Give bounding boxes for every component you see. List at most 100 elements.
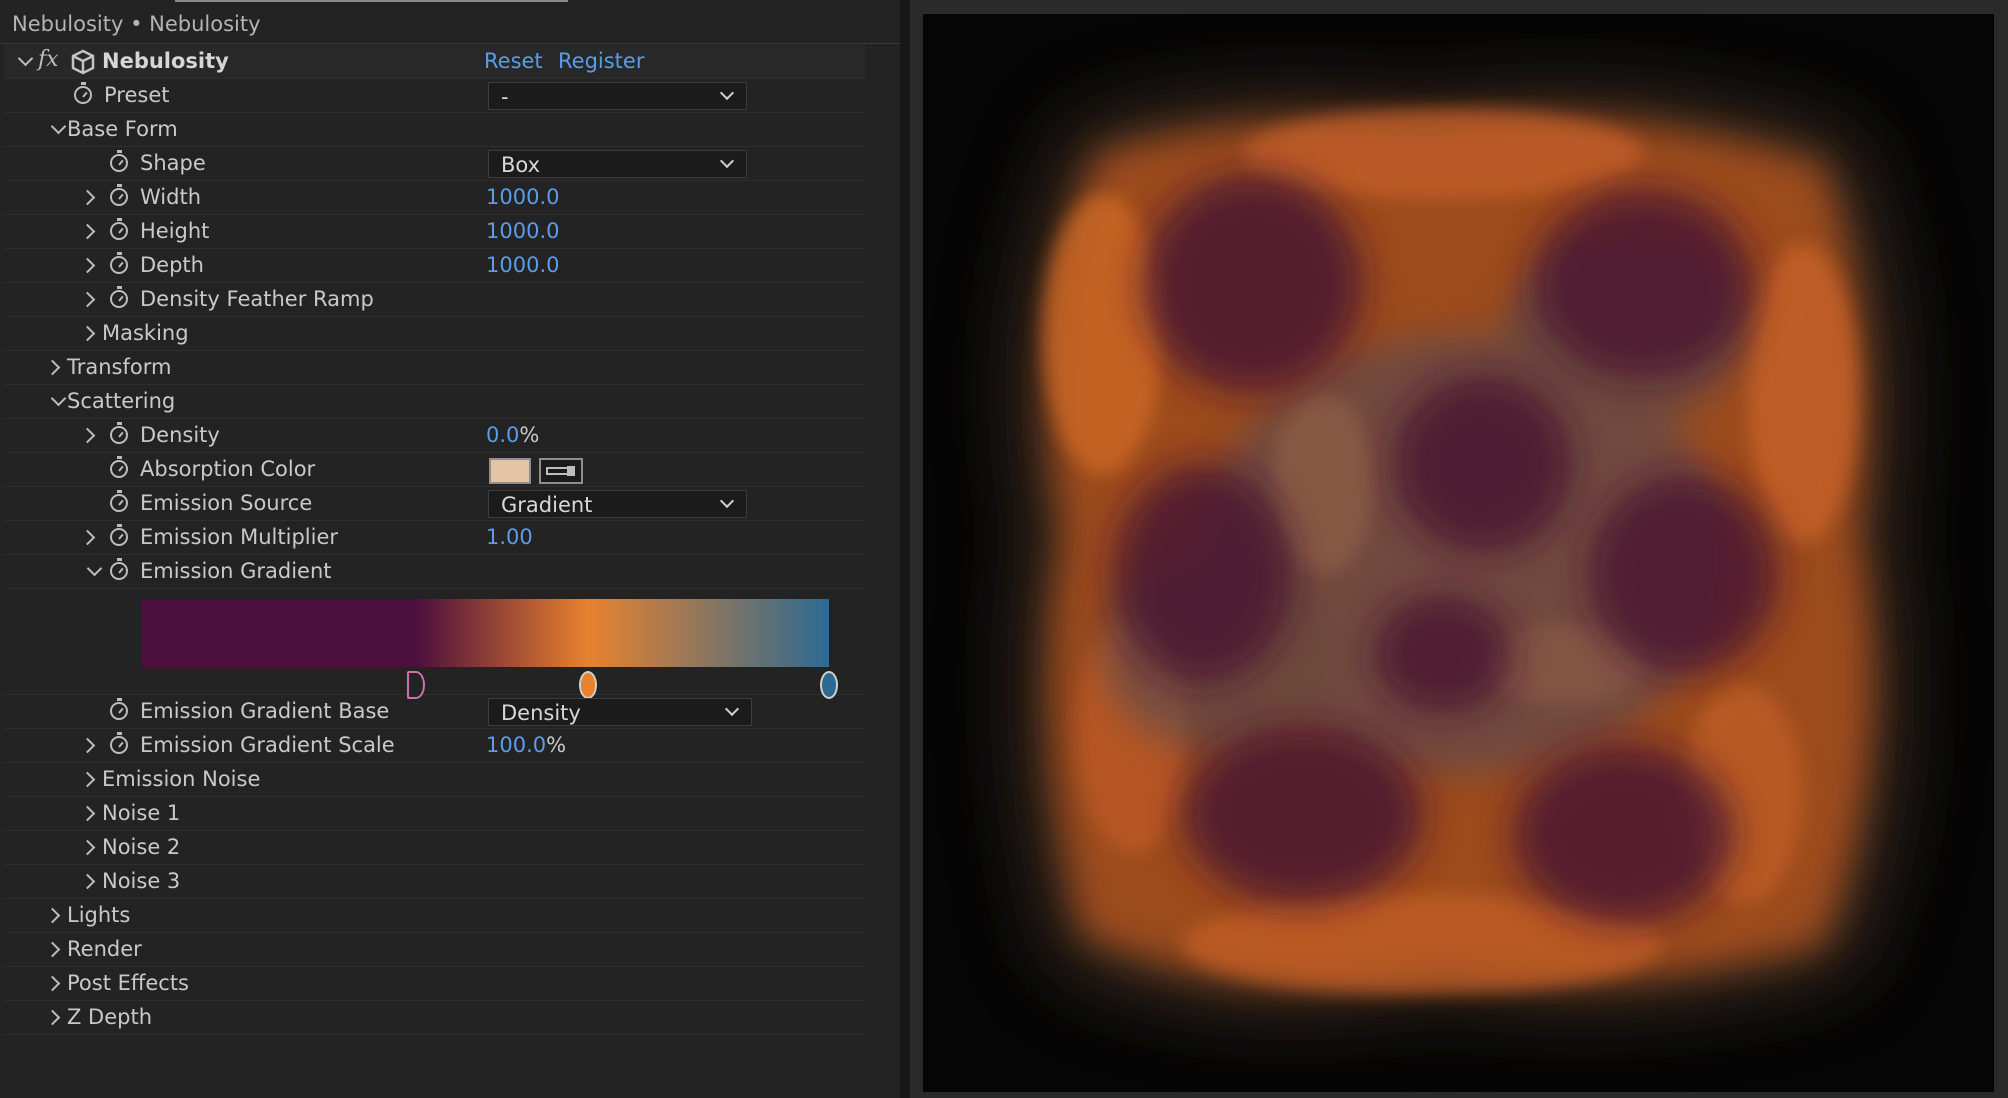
property-row-emission-gradient-scale: Emission Gradient Scale 100.0% bbox=[4, 729, 865, 763]
dropdown-value: Density bbox=[501, 701, 581, 725]
height-value[interactable]: 1000.0 bbox=[486, 219, 559, 243]
chevron-right-icon[interactable] bbox=[79, 257, 96, 274]
chevron-right-icon[interactable] bbox=[79, 189, 96, 206]
stopwatch-icon[interactable] bbox=[74, 82, 92, 104]
stopwatch-icon[interactable] bbox=[110, 558, 128, 580]
effect-controls-panel: Nebulosity • Nebulosity fx Nebulosity Re… bbox=[0, 0, 900, 1098]
color-swatch[interactable] bbox=[489, 458, 531, 484]
property-row-emission-gradient-base: Emission Gradient Base Density bbox=[4, 695, 865, 729]
stopwatch-icon[interactable] bbox=[110, 218, 128, 240]
property-row-shape: Shape Box bbox=[4, 147, 865, 181]
group-row-noise-1[interactable]: Noise 1 bbox=[4, 797, 865, 831]
property-label: Emission Source bbox=[140, 491, 313, 515]
chevron-down-icon[interactable] bbox=[50, 118, 67, 135]
depth-value[interactable]: 1000.0 bbox=[486, 253, 559, 277]
panel-divider[interactable] bbox=[900, 0, 910, 1098]
property-label: Emission Gradient Scale bbox=[140, 733, 395, 757]
group-row-noise-3[interactable]: Noise 3 bbox=[4, 865, 865, 899]
dropdown-value: - bbox=[501, 85, 509, 109]
chevron-right-icon[interactable] bbox=[79, 805, 96, 822]
fx-icon: fx bbox=[38, 47, 59, 72]
group-label: Noise 3 bbox=[102, 869, 181, 893]
group-row-lights[interactable]: Lights bbox=[4, 899, 865, 933]
property-label: Height bbox=[140, 219, 210, 243]
group-label: Post Effects bbox=[67, 971, 189, 995]
chevron-right-icon[interactable] bbox=[44, 941, 61, 958]
chevron-right-icon[interactable] bbox=[79, 839, 96, 856]
group-label: Noise 1 bbox=[102, 801, 181, 825]
eyedropper-icon bbox=[546, 466, 575, 476]
chevron-down-icon[interactable] bbox=[17, 50, 34, 67]
nebula-preview-image[interactable] bbox=[923, 14, 1994, 1092]
density-value[interactable]: 0.0% bbox=[486, 423, 539, 447]
emission-source-dropdown[interactable]: Gradient bbox=[488, 490, 747, 518]
property-row-density-feather-ramp: Density Feather Ramp bbox=[4, 283, 865, 317]
stopwatch-icon[interactable] bbox=[110, 286, 128, 308]
register-link[interactable]: Register bbox=[558, 49, 644, 73]
group-label: Z Depth bbox=[67, 1005, 153, 1029]
preset-dropdown[interactable]: - bbox=[488, 82, 747, 110]
eyedropper-button[interactable] bbox=[539, 458, 583, 484]
group-row-post-effects[interactable]: Post Effects bbox=[4, 967, 865, 1001]
property-row-emission-source: Emission Source Gradient bbox=[4, 487, 865, 521]
chevron-right-icon[interactable] bbox=[79, 529, 96, 546]
panel-title: Nebulosity • Nebulosity bbox=[12, 12, 261, 36]
property-row-absorption-color: Absorption Color bbox=[4, 453, 865, 487]
density-number[interactable]: 0.0 bbox=[486, 423, 519, 447]
effect-header-row[interactable]: fx Nebulosity Reset Register bbox=[4, 45, 865, 79]
density-unit: % bbox=[519, 423, 540, 447]
chevron-right-icon[interactable] bbox=[79, 325, 96, 342]
property-row-preset: Preset - bbox=[4, 79, 865, 113]
group-row-masking[interactable]: Masking bbox=[4, 317, 865, 351]
group-row-emission-noise[interactable]: Emission Noise bbox=[4, 763, 865, 797]
chevron-right-icon[interactable] bbox=[44, 1009, 61, 1026]
chevron-right-icon[interactable] bbox=[79, 737, 96, 754]
chevron-right-icon[interactable] bbox=[79, 873, 96, 890]
width-value[interactable]: 1000.0 bbox=[486, 185, 559, 209]
chevron-right-icon[interactable] bbox=[79, 427, 96, 444]
stopwatch-icon[interactable] bbox=[110, 422, 128, 444]
stopwatch-icon[interactable] bbox=[110, 698, 128, 720]
cube-icon bbox=[71, 49, 95, 75]
chevron-down-icon[interactable] bbox=[86, 560, 103, 577]
property-label: Emission Multiplier bbox=[140, 525, 338, 549]
property-row-depth: Depth 1000.0 bbox=[4, 249, 865, 283]
stopwatch-icon[interactable] bbox=[110, 150, 128, 172]
emission-gradient-base-dropdown[interactable]: Density bbox=[488, 698, 752, 726]
chevron-right-icon[interactable] bbox=[79, 223, 96, 240]
group-label: Transform bbox=[67, 355, 172, 379]
chevron-right-icon[interactable] bbox=[44, 359, 61, 376]
group-label: Scattering bbox=[67, 389, 176, 413]
emission-multiplier-value[interactable]: 1.00 bbox=[486, 525, 533, 549]
chevron-right-icon[interactable] bbox=[44, 975, 61, 992]
emission-gradient-scale-value[interactable]: 100.0% bbox=[486, 733, 566, 757]
stopwatch-icon[interactable] bbox=[110, 184, 128, 206]
chevron-right-icon[interactable] bbox=[44, 907, 61, 924]
stopwatch-icon[interactable] bbox=[110, 456, 128, 478]
shape-dropdown[interactable]: Box bbox=[488, 150, 747, 178]
property-label: Emission Gradient Base bbox=[140, 699, 390, 723]
gradient-bar[interactable] bbox=[141, 599, 829, 667]
property-label: Density bbox=[140, 423, 220, 447]
group-row-transform[interactable]: Transform bbox=[4, 351, 865, 385]
chevron-right-icon[interactable] bbox=[79, 771, 96, 788]
scale-number[interactable]: 100.0 bbox=[486, 733, 546, 757]
group-row-base-form[interactable]: Base Form bbox=[4, 113, 865, 147]
group-row-z-depth[interactable]: Z Depth bbox=[4, 1001, 865, 1035]
reset-link[interactable]: Reset bbox=[484, 49, 543, 73]
group-row-render[interactable]: Render bbox=[4, 933, 865, 967]
chevron-right-icon[interactable] bbox=[79, 291, 96, 308]
group-row-noise-2[interactable]: Noise 2 bbox=[4, 831, 865, 865]
stopwatch-icon[interactable] bbox=[110, 524, 128, 546]
properties-list: fx Nebulosity Reset Register Preset - Ba… bbox=[4, 45, 865, 1035]
property-row-height: Height 1000.0 bbox=[4, 215, 865, 249]
group-row-scattering[interactable]: Scattering bbox=[4, 385, 865, 419]
chevron-down-icon[interactable] bbox=[50, 390, 67, 407]
group-label: Render bbox=[67, 937, 142, 961]
stopwatch-icon[interactable] bbox=[110, 490, 128, 512]
property-row-width: Width 1000.0 bbox=[4, 181, 865, 215]
stopwatch-icon[interactable] bbox=[110, 252, 128, 274]
stopwatch-icon[interactable] bbox=[110, 732, 128, 754]
composition-viewer[interactable] bbox=[910, 0, 2008, 1098]
dropdown-value: Box bbox=[501, 153, 541, 177]
